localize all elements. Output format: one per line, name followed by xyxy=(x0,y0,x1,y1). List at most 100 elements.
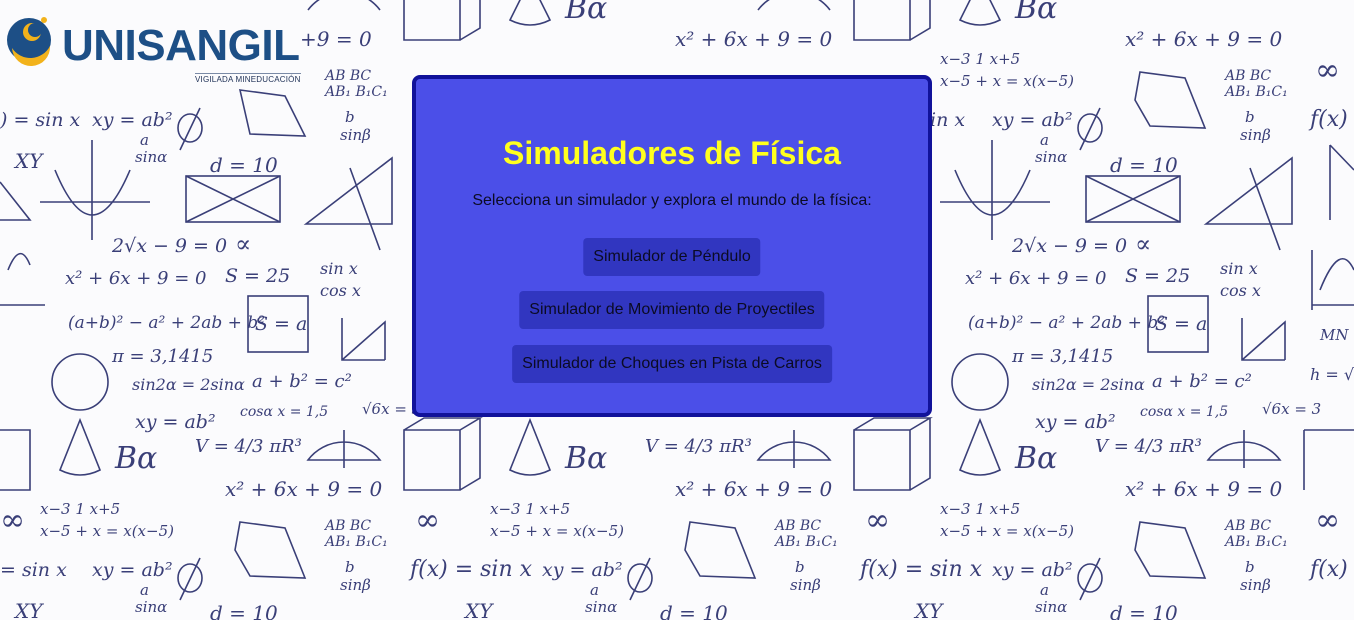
pendulum-simulator-button[interactable]: Simulador de Péndulo xyxy=(583,238,761,276)
svg-text:d = 10: d = 10 xyxy=(1110,601,1178,620)
svg-text:∝: ∝ xyxy=(235,230,251,258)
simulators-panel: Simuladores de Física Selecciona un simu… xyxy=(412,75,932,417)
svg-text:AB₁ B₁C₁: AB₁ B₁C₁ xyxy=(773,534,838,550)
svg-text:AB BC: AB BC xyxy=(1223,518,1271,534)
svg-text:f(x): f(x) xyxy=(1308,107,1348,132)
svg-text:S = a: S = a xyxy=(1155,313,1207,335)
svg-text:a: a xyxy=(140,131,149,149)
svg-text:∞: ∞ xyxy=(1315,53,1340,88)
svg-text:∞: ∞ xyxy=(865,503,890,538)
svg-text:xy = ab²: xy = ab² xyxy=(135,411,216,433)
svg-text:x² + 6x + 9 = 0: x² + 6x + 9 = 0 xyxy=(1125,27,1282,51)
svg-text:x−5 + x = x(x−5): x−5 + x = x(x−5) xyxy=(940,522,1074,540)
svg-text:AB BC: AB BC xyxy=(1223,68,1271,84)
svg-text:x−5 + x = x(x−5): x−5 + x = x(x−5) xyxy=(940,72,1074,90)
svg-text:x² + 6x + 9 = 0: x² + 6x + 9 = 0 xyxy=(225,477,382,501)
svg-text:sinα: sinα xyxy=(135,148,167,166)
svg-text:sinα: sinα xyxy=(1035,148,1067,166)
svg-text:S = 25: S = 25 xyxy=(1125,265,1190,287)
svg-text:a: a xyxy=(140,581,149,599)
svg-text:V = 4/3 πR³: V = 4/3 πR³ xyxy=(1095,436,1202,457)
svg-text:cosα x = 1,5: cosα x = 1,5 xyxy=(1140,404,1228,420)
svg-text:xy = ab²: xy = ab² xyxy=(992,109,1073,131)
svg-text:sin2α = 2sinα: sin2α = 2sinα xyxy=(1032,375,1145,394)
unisangil-logo: UNISANGIL VIGILADA MINEDUCACIÓN xyxy=(2,10,302,92)
svg-text:XY: XY xyxy=(463,599,494,620)
svg-text:a + b² = c²: a + b² = c² xyxy=(252,371,352,392)
svg-text:√6x = 3: √6x = 3 xyxy=(1262,400,1321,418)
svg-text:sinβ: sinβ xyxy=(340,126,371,144)
svg-text:x−3 1 x+5: x−3 1 x+5 xyxy=(40,500,120,518)
car-collision-simulator-button[interactable]: Simulador de Choques en Pista de Carros xyxy=(512,345,832,383)
svg-text:cos x: cos x xyxy=(1220,281,1261,300)
logo-emblem-icon xyxy=(7,17,51,67)
svg-text:AB₁ B₁C₁: AB₁ B₁C₁ xyxy=(323,84,388,100)
svg-text:sinβ: sinβ xyxy=(1240,576,1271,594)
svg-text:x−5 + x = x(x−5): x−5 + x = x(x−5) xyxy=(490,522,624,540)
svg-text:a + b² = c²: a + b² = c² xyxy=(1152,371,1252,392)
svg-text:d = 10: d = 10 xyxy=(210,601,278,620)
svg-text:sin2α = 2sinα: sin2α = 2sinα xyxy=(132,375,245,394)
svg-text:(a+b)² − a² + 2ab + b²: (a+b)² − a² + 2ab + b² xyxy=(68,313,265,333)
svg-text:x² + 6x + 9 = 0: x² + 6x + 9 = 0 xyxy=(965,268,1106,289)
svg-text:x−5 + x = x(x−5): x−5 + x = x(x−5) xyxy=(40,522,174,540)
svg-text:cos x: cos x xyxy=(320,281,361,300)
logo-wordmark: UNISANGIL xyxy=(62,21,300,70)
svg-text:f(x) = sin x: f(x) = sin x xyxy=(858,557,983,582)
projectile-simulator-button[interactable]: Simulador de Movimiento de Proyectiles xyxy=(519,291,825,329)
svg-text:sinα: sinα xyxy=(1035,598,1067,616)
svg-text:MN =: MN = xyxy=(1319,326,1354,344)
svg-text:d = 10: d = 10 xyxy=(1110,153,1178,177)
svg-text:AB₁ B₁C₁: AB₁ B₁C₁ xyxy=(1223,534,1288,550)
svg-text:sinα: sinα xyxy=(585,598,617,616)
svg-text:Bα: Bα xyxy=(1014,441,1057,476)
svg-text:π = 3,1415: π = 3,1415 xyxy=(111,346,213,367)
svg-text:b: b xyxy=(345,108,355,126)
svg-text:XY: XY xyxy=(913,599,944,620)
svg-text:(a+b)² − a² + 2ab + b²: (a+b)² − a² + 2ab + b² xyxy=(968,313,1165,333)
svg-text:= sin x: = sin x xyxy=(0,559,67,581)
svg-text:π = 3,1415: π = 3,1415 xyxy=(1011,346,1113,367)
svg-text:sinβ: sinβ xyxy=(340,576,371,594)
svg-text:AB BC: AB BC xyxy=(773,518,821,534)
svg-text:f(x): f(x) xyxy=(1308,557,1348,582)
svg-text:xy = ab²: xy = ab² xyxy=(1035,411,1116,433)
svg-text:Bα: Bα xyxy=(564,441,607,476)
svg-text:S = a: S = a xyxy=(255,313,307,335)
svg-text:xy = ab²: xy = ab² xyxy=(92,109,173,131)
svg-text:sinα: sinα xyxy=(135,598,167,616)
svg-text:2√x − 9 = 0: 2√x − 9 = 0 xyxy=(1011,235,1127,257)
svg-text:S = 25: S = 25 xyxy=(225,265,290,287)
svg-text:Bα: Bα xyxy=(564,0,607,26)
svg-text:∝: ∝ xyxy=(1135,230,1151,258)
svg-text:sin x: sin x xyxy=(1220,259,1258,278)
svg-text:x² + 6x + 9 = 0: x² + 6x + 9 = 0 xyxy=(675,27,832,51)
svg-text:+9 = 0: +9 = 0 xyxy=(300,27,372,51)
svg-text:AB BC: AB BC xyxy=(323,68,371,84)
logo-tagline: VIGILADA MINEDUCACIÓN xyxy=(195,73,301,84)
svg-text:Bα: Bα xyxy=(114,441,157,476)
svg-text:x² + 6x + 9 = 0: x² + 6x + 9 = 0 xyxy=(65,268,206,289)
svg-text:∞: ∞ xyxy=(1315,503,1340,538)
svg-text:xy = ab²: xy = ab² xyxy=(992,559,1073,581)
panel-title: Simuladores de Física xyxy=(503,135,841,171)
svg-text:∞: ∞ xyxy=(0,503,25,538)
svg-text:x−3 1 x+5: x−3 1 x+5 xyxy=(940,500,1020,518)
svg-text:x² + 6x + 9 = 0: x² + 6x + 9 = 0 xyxy=(675,477,832,501)
svg-text:x−3 1 x+5: x−3 1 x+5 xyxy=(940,50,1020,68)
svg-text:a: a xyxy=(1040,131,1049,149)
svg-text:x−3 1 x+5: x−3 1 x+5 xyxy=(490,500,570,518)
svg-text:h = √a: h = √a xyxy=(1310,365,1354,384)
svg-text:in x: in x xyxy=(930,109,965,131)
svg-text:Bα: Bα xyxy=(1014,0,1057,26)
svg-text:∞: ∞ xyxy=(415,503,440,538)
svg-text:AB BC: AB BC xyxy=(323,518,371,534)
svg-text:a: a xyxy=(1040,581,1049,599)
svg-text:xy = ab²: xy = ab² xyxy=(542,559,623,581)
svg-text:XY: XY xyxy=(13,149,44,173)
svg-text:sin x: sin x xyxy=(320,259,358,278)
svg-text:sinβ: sinβ xyxy=(790,576,821,594)
svg-text:d = 10: d = 10 xyxy=(660,601,728,620)
svg-text:V = 4/3 πR³: V = 4/3 πR³ xyxy=(645,436,752,457)
svg-text:a: a xyxy=(590,581,599,599)
